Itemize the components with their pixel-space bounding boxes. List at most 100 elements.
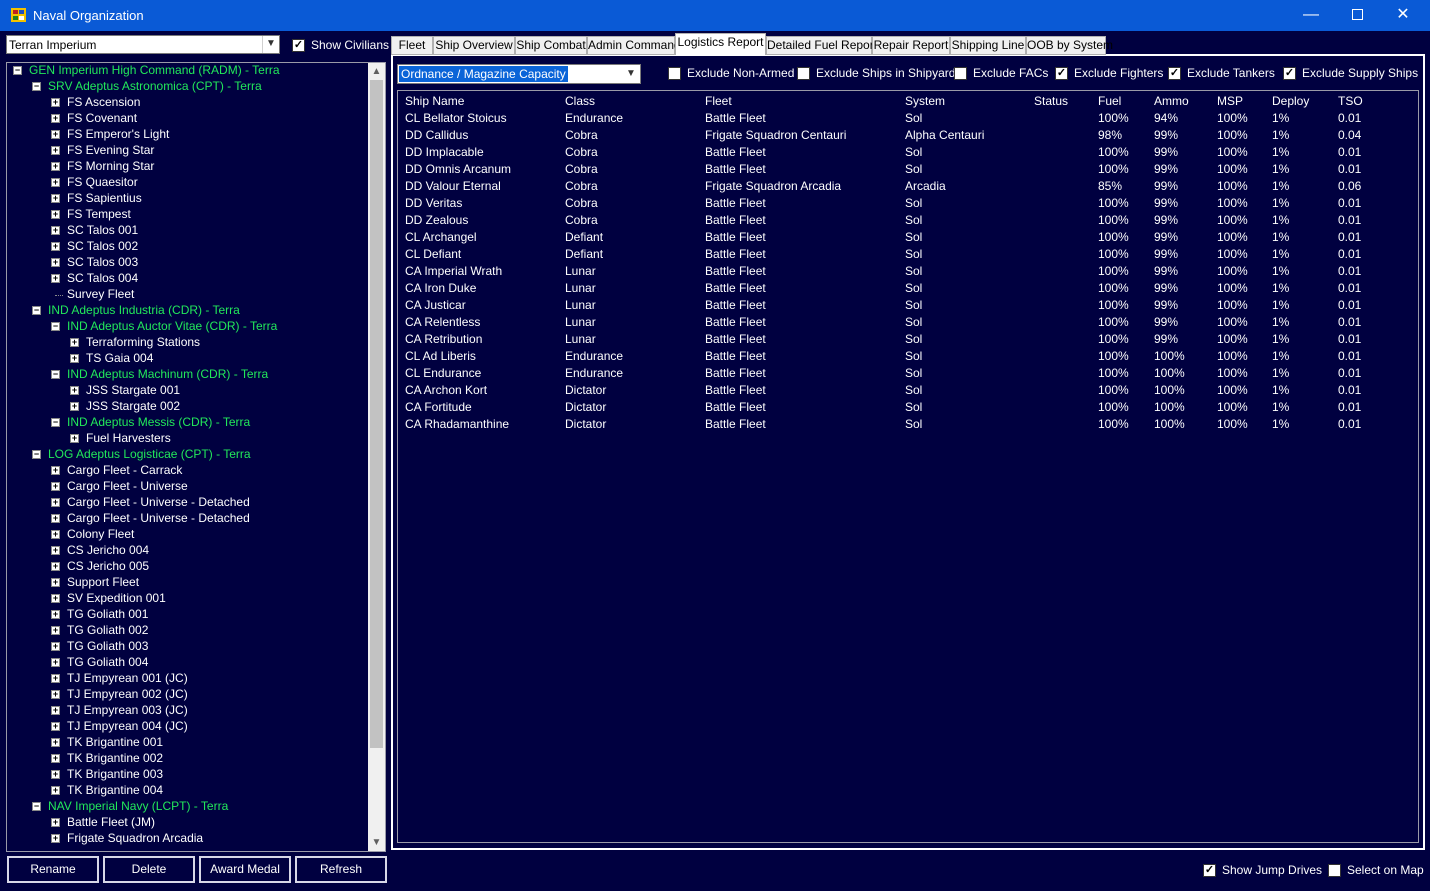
tree-node-fleet[interactable]: + CS Jericho 004 <box>7 543 367 559</box>
tree-node-fleet[interactable]: + TG Goliath 003 <box>7 639 367 655</box>
tab-detailed-fuel-report[interactable]: Detailed Fuel Report <box>766 36 877 55</box>
tree-node-fleet[interactable]: + TK Brigantine 004 <box>7 783 367 799</box>
tree-node-command[interactable]: − LOG Adeptus Logisticae (CPT) - Terra <box>7 447 367 463</box>
expand-icon[interactable]: + <box>70 386 79 395</box>
tree-node-fleet[interactable]: + TJ Empyrean 002 (JC) <box>7 687 367 703</box>
collapse-icon[interactable]: − <box>32 450 41 459</box>
expand-icon[interactable]: + <box>51 274 60 283</box>
tab-fleet[interactable]: Fleet <box>391 36 433 55</box>
tree-node-fleet[interactable]: + JSS Stargate 001 <box>7 383 367 399</box>
expand-icon[interactable]: + <box>51 834 60 843</box>
tree-node-fleet[interactable]: + Fuel Harvesters <box>7 431 367 447</box>
tree-node-fleet[interactable]: + TG Goliath 002 <box>7 623 367 639</box>
expand-icon[interactable]: + <box>51 690 60 699</box>
tree-node-command[interactable]: − GEN Imperium High Command (RADM) - Terr… <box>7 63 367 79</box>
tab-oob-by-system[interactable]: OOB by System <box>1026 36 1113 55</box>
expand-icon[interactable]: + <box>51 466 60 475</box>
column-header-msp[interactable]: MSP <box>1217 94 1243 108</box>
tree-node-fleet[interactable]: + TS Gaia 004 <box>7 351 367 367</box>
tree-node-fleet[interactable]: + Cargo Fleet - Universe - Detached <box>7 511 367 527</box>
expand-icon[interactable]: + <box>51 210 60 219</box>
tab-ship-overview[interactable]: Ship Overview <box>433 36 515 55</box>
expand-icon[interactable]: + <box>51 482 60 491</box>
tree-node-fleet[interactable]: + Cargo Fleet - Universe <box>7 479 367 495</box>
expand-icon[interactable]: + <box>51 498 60 507</box>
tree-node-command[interactable]: − SRV Adeptus Astronomica (CPT) - Terra <box>7 79 367 95</box>
tree-node-fleet[interactable]: + FS Emperor's Light <box>7 127 367 143</box>
expand-icon[interactable]: + <box>51 578 60 587</box>
expand-icon[interactable]: + <box>51 114 60 123</box>
collapse-icon[interactable]: − <box>51 322 60 331</box>
race-dropdown[interactable]: Terran Imperium ▼ <box>6 35 280 54</box>
expand-icon[interactable]: + <box>51 642 60 651</box>
expand-icon[interactable]: + <box>51 626 60 635</box>
expand-icon[interactable]: + <box>51 178 60 187</box>
expand-icon[interactable]: + <box>70 434 79 443</box>
expand-icon[interactable]: + <box>51 770 60 779</box>
tree-node-fleet[interactable]: + SC Talos 001 <box>7 223 367 239</box>
tree-node-fleet[interactable]: + JSS Stargate 002 <box>7 399 367 415</box>
tree-node-fleet[interactable]: + TK Brigantine 001 <box>7 735 367 751</box>
expand-icon[interactable]: + <box>51 658 60 667</box>
tree-node-fleet[interactable]: + SC Talos 002 <box>7 239 367 255</box>
collapse-icon[interactable]: − <box>13 66 22 75</box>
expand-icon[interactable]: + <box>70 354 79 363</box>
scroll-down-arrow-icon[interactable]: ▼ <box>368 834 385 851</box>
tree-node-fleet[interactable]: + CS Jericho 005 <box>7 559 367 575</box>
expand-icon[interactable]: + <box>51 754 60 763</box>
tab-repair-report[interactable]: Repair Report <box>872 36 950 55</box>
expand-icon[interactable]: + <box>51 562 60 571</box>
tree-node-command[interactable]: − IND Adeptus Auctor Vitae (CDR) - Terra <box>7 319 367 335</box>
tree-node-fleet[interactable]: + SC Talos 003 <box>7 255 367 271</box>
column-header-tso[interactable]: TSO <box>1338 94 1363 108</box>
close-button[interactable]: ✕ <box>1380 0 1426 31</box>
tree-node-fleet[interactable]: + FS Morning Star <box>7 159 367 175</box>
expand-icon[interactable]: + <box>51 786 60 795</box>
expand-icon[interactable]: + <box>51 530 60 539</box>
tree-node-fleet[interactable]: + TJ Empyrean 004 (JC) <box>7 719 367 735</box>
tab-shipping-line[interactable]: Shipping Line <box>950 36 1026 55</box>
expand-icon[interactable]: + <box>51 162 60 171</box>
tree-node-fleet[interactable]: + SC Talos 004 <box>7 271 367 287</box>
tree-node-fleet[interactable]: + Support Fleet <box>7 575 367 591</box>
expand-icon[interactable]: + <box>51 242 60 251</box>
tree-node-fleet[interactable]: + FS Tempest <box>7 207 367 223</box>
expand-icon[interactable]: + <box>51 146 60 155</box>
expand-icon[interactable]: + <box>51 610 60 619</box>
column-header-status[interactable]: Status <box>1034 94 1068 108</box>
report-type-dropdown[interactable]: Ordnance / Magazine Capacity ▼ <box>397 64 641 84</box>
tree-node-fleet[interactable]: + FS Covenant <box>7 111 367 127</box>
expand-icon[interactable]: + <box>51 98 60 107</box>
column-header-ship-name[interactable]: Ship Name <box>405 94 464 108</box>
expand-icon[interactable]: + <box>51 546 60 555</box>
expand-icon[interactable]: + <box>70 402 79 411</box>
collapse-icon[interactable]: − <box>51 418 60 427</box>
expand-icon[interactable]: + <box>51 818 60 827</box>
tree-node-command[interactable]: − IND Adeptus Messis (CDR) - Terra <box>7 415 367 431</box>
tree-node-command[interactable]: − NAV Imperial Navy (LCPT) - Terra <box>7 799 367 815</box>
tree-node-command[interactable]: − IND Adeptus Machinum (CDR) - Terra <box>7 367 367 383</box>
tree-node-fleet[interactable]: + FS Evening Star <box>7 143 367 159</box>
tab-logistics-report[interactable]: Logistics Report <box>675 33 766 55</box>
collapse-icon[interactable]: − <box>32 802 41 811</box>
tree-node-fleet[interactable]: + SV Expedition 001 <box>7 591 367 607</box>
tree-node-fleet[interactable]: + FS Ascension <box>7 95 367 111</box>
tab-admin-command[interactable]: Admin Command <box>587 36 681 55</box>
tree-node-fleet[interactable]: + Colony Fleet <box>7 527 367 543</box>
tree-node-fleet[interactable]: + Frigate Squadron Arcadia <box>7 831 367 847</box>
tree-node-fleet[interactable]: + Cargo Fleet - Universe - Detached <box>7 495 367 511</box>
expand-icon[interactable]: + <box>51 674 60 683</box>
tree-node-fleet[interactable]: + FS Quaesitor <box>7 175 367 191</box>
rename-button[interactable]: Rename <box>7 856 99 883</box>
column-header-class[interactable]: Class <box>565 94 595 108</box>
collapse-icon[interactable]: − <box>32 306 41 315</box>
tree-scrollbar[interactable]: ▲ ▼ <box>368 63 385 851</box>
expand-icon[interactable]: + <box>51 194 60 203</box>
maximize-button[interactable] <box>1334 0 1380 31</box>
column-header-fleet[interactable]: Fleet <box>705 94 732 108</box>
delete-button[interactable]: Delete <box>103 856 195 883</box>
tree-node-fleet[interactable]: + Cargo Fleet - Carrack <box>7 463 367 479</box>
tab-ship-combat[interactable]: Ship Combat <box>515 36 587 55</box>
expand-icon[interactable]: + <box>51 738 60 747</box>
collapse-icon[interactable]: − <box>32 82 41 91</box>
